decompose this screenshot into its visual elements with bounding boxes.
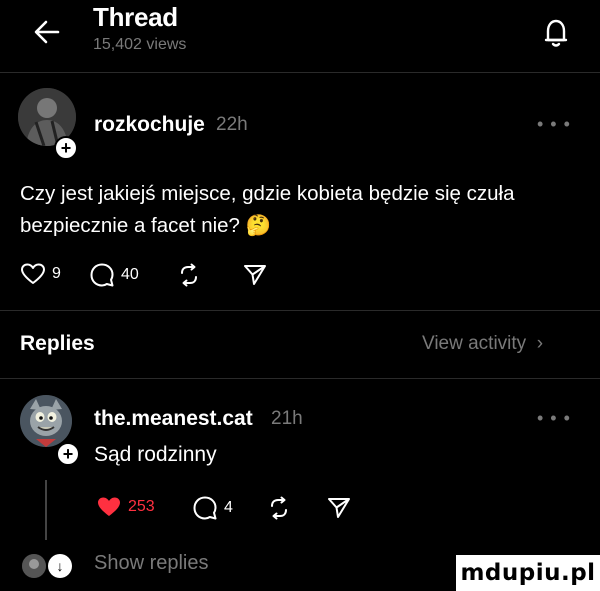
notification-bell-icon[interactable] xyxy=(536,12,576,52)
like-count: 9 xyxy=(52,265,61,282)
comment-icon[interactable] xyxy=(192,495,218,521)
reply-avatar[interactable] xyxy=(20,395,72,447)
header-divider xyxy=(0,72,600,73)
like-action[interactable]: 9 xyxy=(20,262,61,286)
watermark: mdupiu.pl xyxy=(456,555,600,591)
view-activity-link[interactable]: View activity › xyxy=(422,333,543,355)
reply-time: 21h xyxy=(271,408,303,429)
post-time: 22h xyxy=(216,114,248,135)
arrow-down-icon[interactable]: ↓ xyxy=(48,554,72,578)
heart-icon[interactable] xyxy=(20,262,46,286)
views-count: 15,402 views xyxy=(93,36,187,53)
more-options-icon[interactable]: • • • xyxy=(537,114,571,135)
follow-plus-icon[interactable]: + xyxy=(56,442,80,466)
replies-heading: Replies xyxy=(20,332,95,355)
share-action[interactable] xyxy=(242,262,268,288)
repost-action[interactable] xyxy=(176,262,202,288)
comment-action[interactable]: 4 xyxy=(192,495,233,521)
page-title: Thread xyxy=(93,2,178,32)
chevron-right-icon: › xyxy=(531,333,544,354)
thread-line xyxy=(45,480,47,540)
share-icon[interactable] xyxy=(242,262,268,288)
repost-action[interactable] xyxy=(266,495,292,521)
like-action[interactable]: 253 xyxy=(96,495,155,519)
more-options-icon[interactable]: • • • xyxy=(537,408,571,429)
comment-action[interactable]: 40 xyxy=(89,262,139,288)
comment-icon[interactable] xyxy=(89,262,115,288)
reply-text: Sąd rodzinny xyxy=(94,443,217,466)
replies-divider xyxy=(0,378,600,379)
show-replies-link[interactable]: Show replies xyxy=(94,552,209,575)
like-count: 253 xyxy=(128,498,155,515)
view-activity-label: View activity xyxy=(422,333,527,354)
comment-count: 4 xyxy=(224,499,233,516)
reply-username[interactable]: the.meanest.cat xyxy=(94,407,253,431)
heart-filled-icon[interactable] xyxy=(96,495,122,519)
back-arrow-icon[interactable] xyxy=(28,14,68,50)
follow-plus-icon[interactable]: + xyxy=(54,136,78,160)
repost-icon[interactable] xyxy=(266,495,292,521)
post-divider xyxy=(0,310,600,311)
share-icon[interactable] xyxy=(326,495,352,521)
comment-count: 40 xyxy=(121,266,139,283)
reply-avatar-small xyxy=(22,554,46,578)
post-username[interactable]: rozkochuje xyxy=(94,113,205,137)
post-text: Czy jest jakiejś miejsce, gdzie kobieta … xyxy=(20,182,515,237)
share-action[interactable] xyxy=(326,495,352,521)
repost-icon[interactable] xyxy=(176,262,202,288)
